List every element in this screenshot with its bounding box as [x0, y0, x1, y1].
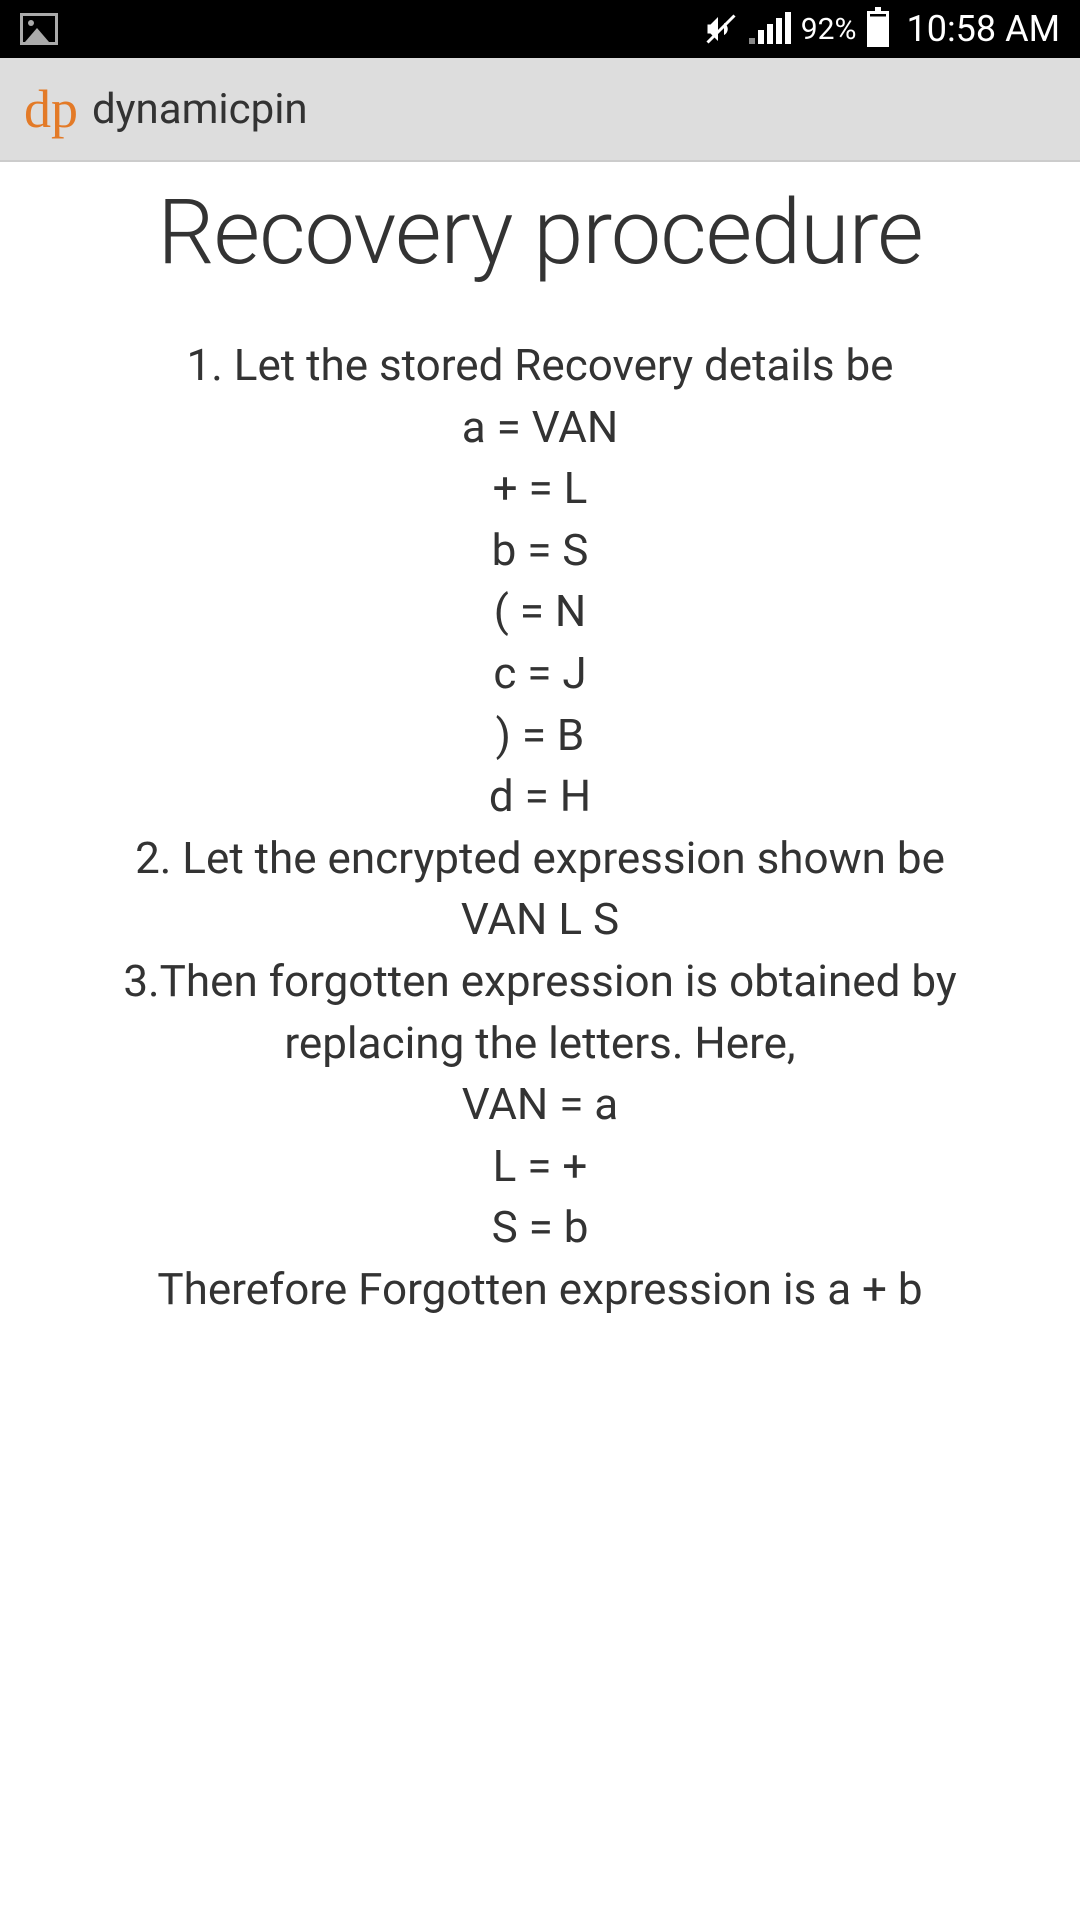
- equation-b: b = S: [36, 520, 1044, 582]
- status-right: 92% 10:58 AM: [703, 8, 1060, 50]
- reverse-s: S = b: [36, 1197, 1044, 1259]
- vibrate-icon: [703, 11, 739, 47]
- conclusion: Therefore Forgotten expression is a + b: [36, 1259, 1044, 1321]
- encrypted-expression: VAN L S: [36, 889, 1044, 951]
- equation-paren-open: ( = N: [36, 581, 1044, 643]
- status-clock: 10:58 AM: [907, 8, 1061, 50]
- equation-c: c = J: [36, 643, 1044, 705]
- recovery-body: 1. Let the stored Recovery details be a …: [0, 285, 1080, 1321]
- step-3: 3.Then forgotten expression is obtained …: [36, 951, 1044, 1074]
- step-2: 2. Let the encrypted expression shown be: [36, 828, 1044, 890]
- battery-percentage: 92%: [801, 12, 857, 47]
- picture-icon: [20, 13, 58, 45]
- app-bar: dp dynamicpin: [0, 58, 1080, 162]
- status-bar: 92% 10:58 AM: [0, 0, 1080, 58]
- equation-plus: + = L: [36, 458, 1044, 520]
- equation-a: a = VAN: [36, 397, 1044, 459]
- battery-icon: [867, 11, 889, 47]
- equation-paren-close: ) = B: [36, 705, 1044, 767]
- step-1: 1. Let the stored Recovery details be: [36, 335, 1044, 397]
- app-name: dynamicpin: [92, 85, 308, 134]
- equation-d: d = H: [36, 766, 1044, 828]
- mute-icon: [703, 11, 739, 47]
- app-logo: dp: [24, 78, 78, 140]
- page-title: Recovery procedure: [0, 180, 1080, 285]
- status-left: [20, 13, 58, 45]
- content-area: Recovery procedure 1. Let the stored Rec…: [0, 162, 1080, 1321]
- signal-icon: [749, 14, 791, 44]
- reverse-van: VAN = a: [36, 1074, 1044, 1136]
- reverse-l: L = +: [36, 1136, 1044, 1198]
